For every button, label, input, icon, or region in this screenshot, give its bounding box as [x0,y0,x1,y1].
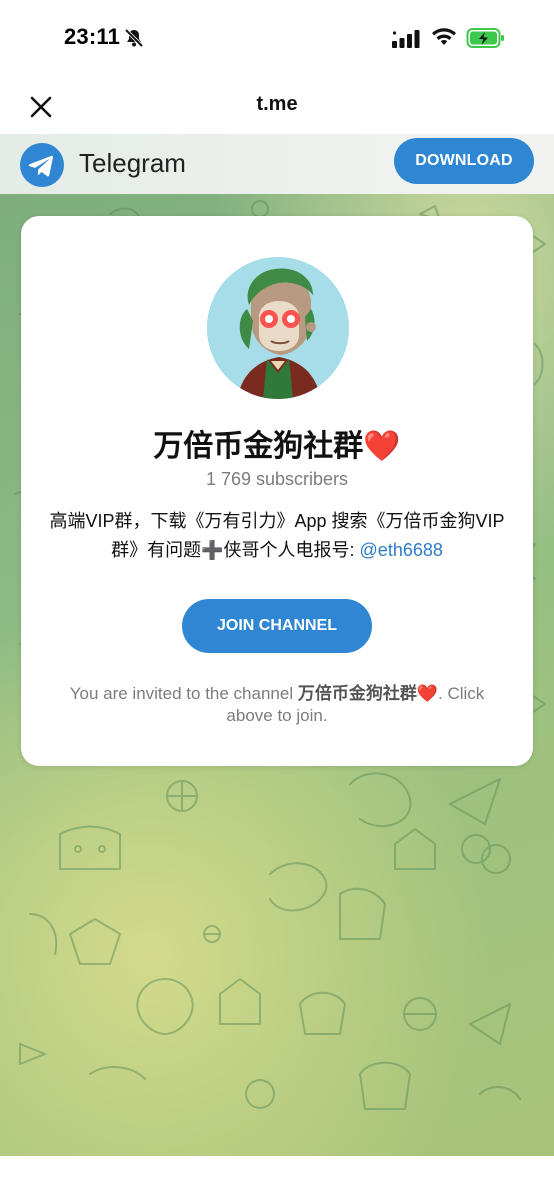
channel-avatar [207,257,349,399]
channel-description: 高端VIP群，下载《万有引力》App 搜索《万倍币金狗VIP群》有问题➕侠哥个人… [45,507,509,565]
battery-charging-icon [466,26,506,55]
download-button[interactable]: DOWNLOAD [394,138,534,184]
browser-nav-bar: t.me [0,76,554,134]
contact-link[interactable]: @eth6688 [360,540,443,560]
status-bar: 23:11 [0,0,554,76]
ape-avatar-illustration [207,257,349,399]
telegram-brand: Telegram [79,148,186,178]
subscriber-count: 1 769 subscribers [205,469,349,489]
invite-message: You are invited to the channel 万倍币金狗社群❤️… [51,683,503,727]
join-channel-button[interactable]: JOIN CHANNEL [182,599,372,653]
channel-name: 万倍币金狗社群❤️ [153,430,401,463]
telegram-header: Telegram DOWNLOAD [0,134,554,194]
wifi-icon [431,27,457,52]
page-url-title: t.me [256,93,298,115]
cellular-signal-icon [392,30,420,53]
status-time: 23:11 [64,24,121,49]
bell-off-icon [124,28,144,53]
telegram-logo-icon[interactable] [20,143,64,187]
channel-card: 万倍币金狗社群❤️ 1 769 subscribers 高端VIP群，下载《万有… [21,216,533,766]
invite-prefix: You are invited to the channel [69,684,298,703]
invite-channel-name: 万倍币金狗社群❤️ [297,684,438,703]
bottom-bar [0,1156,554,1200]
